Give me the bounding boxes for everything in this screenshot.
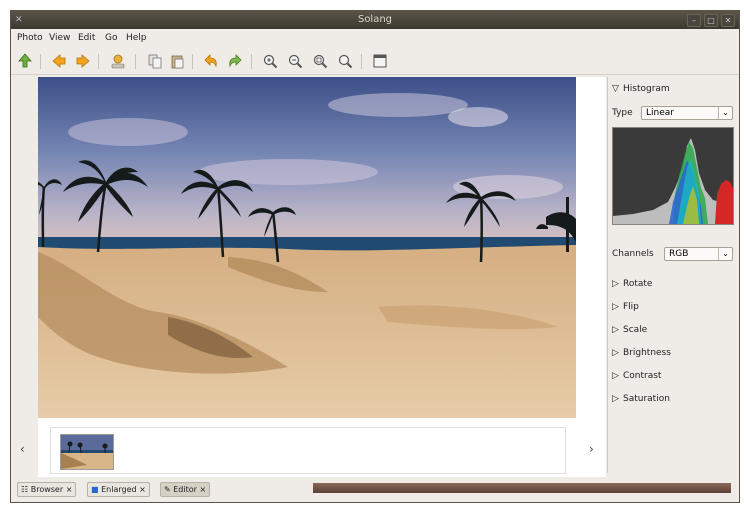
- close-icon: ×: [139, 485, 146, 494]
- zoom-in-icon[interactable]: [262, 53, 278, 69]
- undo-icon[interactable]: [203, 53, 219, 69]
- expander-icon: ▷: [612, 325, 619, 335]
- redo-icon[interactable]: [227, 53, 243, 69]
- user-icon[interactable]: [110, 53, 126, 69]
- section-label: Saturation: [623, 394, 670, 404]
- pencil-icon: ✎: [164, 485, 171, 494]
- editor-sidebar: ▽ Histogram Type Linear ⌄ Channels RGB ⌄…: [607, 77, 738, 473]
- thumbnail-item[interactable]: [60, 434, 114, 470]
- main-photo: [38, 77, 576, 418]
- image-icon: ■: [91, 485, 99, 494]
- histogram-heading[interactable]: Histogram: [623, 84, 670, 94]
- maximize-button[interactable]: □: [704, 14, 718, 27]
- menu-photo[interactable]: Photo: [17, 33, 43, 43]
- thumb-prev-icon[interactable]: ‹: [20, 442, 25, 456]
- browser-button[interactable]: ☷ Browser ×: [17, 482, 77, 497]
- channels-select[interactable]: RGB ⌄: [664, 247, 733, 261]
- fullscreen-icon[interactable]: [372, 53, 388, 69]
- zoom-out-icon[interactable]: [287, 53, 303, 69]
- close-icon: ×: [65, 485, 73, 494]
- minimize-button[interactable]: –: [687, 14, 701, 27]
- expander-icon: ▷: [612, 279, 619, 289]
- copy-icon[interactable]: [147, 53, 163, 69]
- image-view[interactable]: ‹ ›: [20, 77, 606, 477]
- window-title: Solang: [357, 14, 393, 25]
- channels-value: RGB: [669, 249, 689, 259]
- close-icon: ×: [199, 485, 207, 494]
- chevron-down-icon: ⌄: [718, 107, 732, 119]
- histogram-expander-icon[interactable]: ▽: [612, 84, 619, 94]
- paste-icon[interactable]: [169, 53, 185, 69]
- menu-view[interactable]: View: [49, 33, 70, 43]
- section-label: Flip: [623, 302, 639, 312]
- histogram-type-select[interactable]: Linear ⌄: [641, 106, 733, 120]
- chevron-down-icon: ⌄: [718, 248, 732, 260]
- back-icon[interactable]: [51, 53, 67, 69]
- solang-window: ✕ Solang – □ ✕ Photo View Edit Go Help ‹…: [10, 10, 740, 503]
- enlarged-button[interactable]: ■ Enlarged ×: [87, 482, 150, 497]
- toolbar: [11, 48, 739, 75]
- expander-icon: ▷: [612, 302, 619, 312]
- close-button[interactable]: ✕: [721, 14, 735, 27]
- import-icon[interactable]: [17, 53, 33, 69]
- type-label: Type: [612, 108, 633, 118]
- menu-help[interactable]: Help: [126, 33, 147, 43]
- expander-icon: ▷: [612, 348, 619, 358]
- thumb-next-icon[interactable]: ›: [589, 442, 594, 456]
- histogram-graph: [612, 127, 734, 225]
- zoom-fit-icon[interactable]: [312, 53, 328, 69]
- section-label: Scale: [623, 325, 648, 335]
- browser-label: Browser: [30, 485, 64, 494]
- title-bar: ✕ Solang – □ ✕: [11, 11, 739, 29]
- editor-button[interactable]: ✎ Editor ×: [160, 482, 211, 497]
- menu-go[interactable]: Go: [105, 33, 117, 43]
- menu-bar: Photo View Edit Go Help: [11, 29, 739, 47]
- type-value: Linear: [646, 108, 674, 118]
- menu-edit[interactable]: Edit: [78, 33, 95, 43]
- forward-icon[interactable]: [75, 53, 91, 69]
- enlarged-label: Enlarged: [101, 485, 137, 494]
- editor-label: Editor: [173, 485, 197, 494]
- section-label: Rotate: [623, 279, 653, 289]
- grid-icon: ☷: [21, 485, 29, 494]
- expander-icon: ▷: [612, 394, 619, 404]
- thumbnail-strip: [50, 427, 566, 474]
- desktop-background-strip: [313, 483, 731, 493]
- section-label: Contrast: [623, 371, 662, 381]
- expander-icon: ▷: [612, 371, 619, 381]
- zoom-original-icon[interactable]: [337, 53, 353, 69]
- section-label: Brightness: [623, 348, 671, 358]
- channels-label: Channels: [612, 249, 654, 259]
